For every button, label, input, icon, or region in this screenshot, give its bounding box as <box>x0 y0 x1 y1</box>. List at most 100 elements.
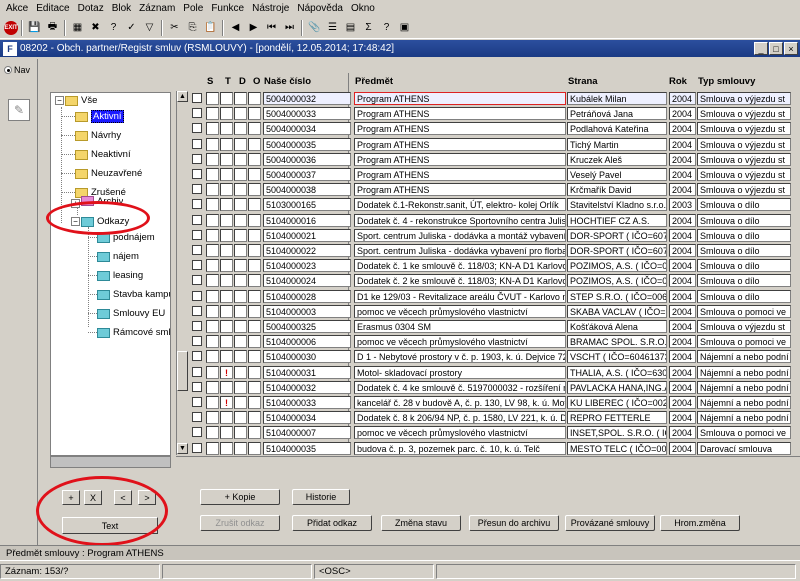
cell-cislo[interactable]: 5104000032 <box>263 380 351 394</box>
flag-d[interactable] <box>234 335 247 349</box>
flag-t[interactable] <box>220 426 233 440</box>
row-checkbox[interactable] <box>192 93 202 103</box>
menu-item[interactable]: Nápověda <box>293 3 347 14</box>
flag-d[interactable] <box>234 168 247 181</box>
tree-node-archiv[interactable]: Archiv <box>81 196 123 206</box>
flag-s[interactable] <box>206 107 219 121</box>
cell-predmet[interactable]: Program ATHENS <box>354 122 566 136</box>
kopie-button[interactable]: + Kopie <box>200 489 280 505</box>
cell-rok[interactable]: 2004 <box>669 213 696 227</box>
table-row[interactable]: 5104000016 Dodatek č. 4 - rekonstrukce Sp… <box>190 213 800 228</box>
next-icon[interactable]: ▶ <box>245 19 262 36</box>
tree-horizontal-scrollbar[interactable] <box>50 456 171 468</box>
flag-t[interactable] <box>220 92 233 105</box>
row-checkbox[interactable] <box>192 169 202 179</box>
cell-rok[interactable]: 2004 <box>669 441 696 455</box>
attach-icon[interactable]: 📎 <box>306 19 323 36</box>
cell-predmet[interactable]: Program ATHENS <box>354 168 566 181</box>
flag-o[interactable] <box>248 304 261 318</box>
cell-strana[interactable]: DOR-SPORT ( IČO=60774 <box>567 244 667 257</box>
flag-t[interactable] <box>220 137 233 151</box>
row-checkbox[interactable] <box>192 427 202 438</box>
text-button[interactable]: Text <box>62 517 158 534</box>
cell-rok[interactable]: 2004 <box>669 228 696 242</box>
cell-cislo[interactable]: 5104000031 <box>263 365 351 379</box>
cell-typ[interactable]: Smlouva o dílo <box>697 259 791 273</box>
tree-add-button[interactable]: + <box>62 490 80 505</box>
flag-o[interactable] <box>248 380 261 394</box>
flag-o[interactable] <box>248 396 261 409</box>
cell-rok[interactable]: 2004 <box>669 137 696 151</box>
cell-strana[interactable]: THALIA, A.S. ( IČO=6307 <box>567 365 667 379</box>
exit-icon[interactable]: EXIT <box>4 20 18 35</box>
flag-s[interactable] <box>206 168 219 181</box>
row-checkbox[interactable] <box>192 442 202 453</box>
flag-s[interactable] <box>206 274 219 288</box>
table-row[interactable]: 5104000035 budova č. p. 3, pozemek parc. … <box>190 441 800 456</box>
cell-cislo[interactable]: 5104000022 <box>263 244 351 257</box>
flag-d[interactable] <box>234 92 247 105</box>
cell-typ[interactable]: Smlouva o výjezdu st <box>697 107 791 121</box>
cell-strana[interactable]: Krčmařík David <box>567 183 667 197</box>
cell-predmet[interactable]: D1 ke 129/03 - Revitalizace areálu ČVUT … <box>354 289 566 303</box>
row-checkbox[interactable] <box>192 108 202 119</box>
flag-t[interactable] <box>220 168 233 181</box>
last-icon[interactable]: ⏭ <box>281 19 298 36</box>
tree-node-stavba-kampusu[interactable]: Stavba kampusu <box>97 288 170 301</box>
cell-strana[interactable]: HOCHTIEF CZ A.S. <box>567 213 667 227</box>
tree-node-najem[interactable]: nájem <box>97 250 139 263</box>
cell-rok[interactable]: 2004 <box>669 274 696 288</box>
cell-rok[interactable]: 2004 <box>669 92 696 105</box>
tree-node-podnajem[interactable]: podnájem <box>97 231 155 244</box>
flag-t[interactable] <box>220 304 233 318</box>
flag-t[interactable]: ! <box>220 365 233 379</box>
flag-s[interactable] <box>206 183 219 197</box>
cell-rok[interactable]: 2004 <box>669 107 696 121</box>
cell-rok[interactable]: 2004 <box>669 183 696 197</box>
flag-d[interactable] <box>234 289 247 303</box>
row-checkbox[interactable] <box>192 153 202 164</box>
cell-typ[interactable]: Smlouva o výjezdu st <box>697 183 791 197</box>
table-row[interactable]: 5004000038 Program ATHENS Krčmařík David 20… <box>190 183 800 197</box>
menu-item[interactable]: Pole <box>179 3 207 14</box>
cell-cislo[interactable]: 5104000003 <box>263 304 351 318</box>
menu-item[interactable]: Blok <box>108 3 135 14</box>
flag-o[interactable] <box>248 92 261 105</box>
expand-icon[interactable]: + <box>71 199 80 208</box>
cell-cislo[interactable]: 5004000038 <box>263 183 351 197</box>
flag-s[interactable] <box>206 259 219 273</box>
flag-o[interactable] <box>248 426 261 440</box>
cell-strana[interactable]: MESTO TELC ( IČO=0028 <box>567 441 667 455</box>
cell-rok[interactable]: 2004 <box>669 244 696 257</box>
cell-cislo[interactable]: 5104000028 <box>263 289 351 303</box>
nav-radio[interactable]: Nav <box>4 65 30 75</box>
flag-t[interactable] <box>220 183 233 197</box>
cell-cislo[interactable]: 5103000165 <box>263 198 351 212</box>
paste-icon[interactable]: 📋 <box>202 19 219 36</box>
flag-s[interactable] <box>206 304 219 318</box>
query-icon[interactable]: ? <box>105 19 122 36</box>
cell-rok[interactable]: 2003 <box>669 198 696 212</box>
first-icon[interactable]: ⏮ <box>263 19 280 36</box>
flag-o[interactable] <box>248 441 261 455</box>
row-checkbox[interactable] <box>192 321 202 331</box>
maximize-button[interactable]: □ <box>769 42 783 55</box>
flag-d[interactable] <box>234 183 247 197</box>
cell-cislo[interactable]: 5004000034 <box>263 122 351 136</box>
cell-predmet[interactable]: Dodatek č. 2 ke smlouvě č. 118/03; KN-A … <box>354 274 566 288</box>
table-row[interactable]: 5004000032 Program ATHENS Kubálek Milan 200… <box>190 92 800 106</box>
flag-d[interactable] <box>234 274 247 288</box>
zrusit-odkaz-button[interactable]: Zrušit odkaz <box>200 515 280 531</box>
flag-o[interactable] <box>248 198 261 212</box>
cell-typ[interactable]: Darovací smlouva <box>697 441 791 455</box>
row-checkbox[interactable] <box>192 123 202 134</box>
flag-o[interactable] <box>248 137 261 151</box>
flag-t[interactable] <box>220 411 233 425</box>
hrom-zmena-button[interactable]: Hrom.změna <box>660 515 740 531</box>
tree-prev-button[interactable]: < <box>114 490 132 505</box>
flag-s[interactable] <box>206 411 219 425</box>
column-header-s[interactable]: S <box>207 76 213 87</box>
table-row[interactable]: ! 5104000033 kancelář č. 28 v budově A, č.… <box>190 396 800 410</box>
menu-item[interactable]: Záznam <box>135 3 179 14</box>
cell-predmet[interactable]: Dodatek č. 8 k 206/94 NP, č. p. 1580, LV… <box>354 411 566 425</box>
